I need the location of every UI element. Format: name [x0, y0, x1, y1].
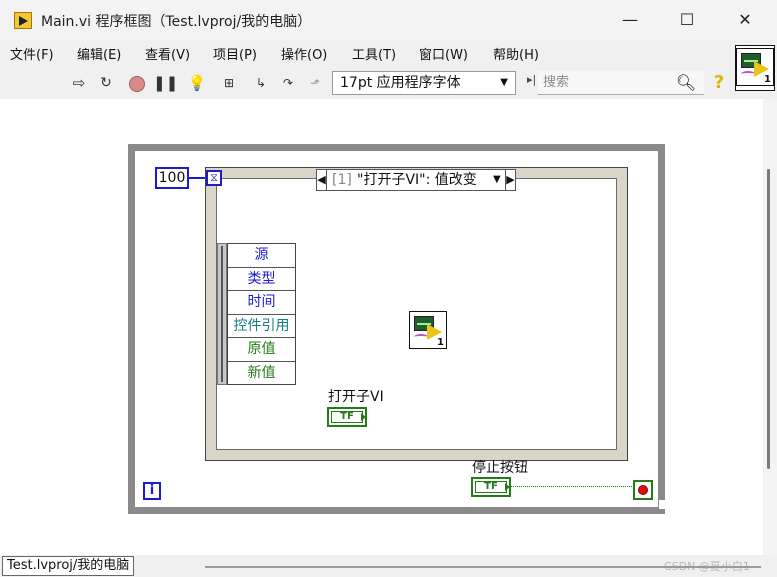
event-data-row[interactable]: 原值 — [228, 338, 295, 362]
vi-icon-number: 1 — [764, 74, 771, 85]
window-title: Main.vi 程序框图（Test.lvproj/我的电脑） — [41, 14, 312, 30]
decrement-case-icon[interactable]: ◀ — [317, 170, 327, 190]
open-subvi-terminal[interactable]: TF — [327, 407, 367, 427]
increment-case-icon[interactable]: ▶ — [505, 170, 515, 190]
chevron-down-icon[interactable]: ▼ — [493, 170, 501, 190]
stop-button-label[interactable]: 停止按钮 — [472, 457, 528, 477]
abort-icon[interactable] — [126, 72, 148, 94]
node-resize-handle[interactable] — [217, 243, 227, 385]
step-into-icon[interactable]: ↳ — [250, 72, 272, 94]
timeout-constant[interactable]: 100 — [155, 167, 189, 189]
retain-wire-values-icon[interactable]: ⊞ — [218, 72, 240, 94]
while-loop-notch — [659, 500, 667, 509]
close-button[interactable]: ✕ — [722, 4, 768, 36]
event-case-selector[interactable]: ◀ [1] "打开子VI": 值改变 ▼ ▶ — [316, 169, 516, 191]
vertical-scrollbar[interactable] — [763, 99, 777, 555]
menu-file[interactable]: 文件(F) — [10, 44, 54, 63]
menu-edit[interactable]: 编辑(E) — [77, 44, 121, 63]
subvi-node[interactable]: 1 — [409, 311, 449, 351]
title-bar: Main.vi 程序框图（Test.lvproj/我的电脑） — ☐ ✕ — [0, 0, 777, 40]
menu-bar: 文件(F) 编辑(E) 查看(V) 项目(P) 操作(O) 工具(T) 窗口(W… — [0, 40, 730, 66]
timeout-wire[interactable] — [189, 177, 206, 179]
search-expand-icon[interactable]: ▸| — [527, 73, 536, 86]
event-data-row[interactable]: 控件引用 — [228, 315, 295, 339]
menu-view[interactable]: 查看(V) — [145, 44, 190, 63]
labview-logo-icon — [14, 12, 32, 29]
step-over-icon[interactable]: ↷ — [277, 72, 299, 94]
step-out-icon[interactable]: ⬏ — [304, 72, 326, 94]
vi-icon[interactable]: 1 — [735, 45, 775, 91]
event-data-row[interactable]: 源 — [228, 244, 295, 268]
stop-button-terminal-text: TF — [475, 481, 507, 493]
open-subvi-label[interactable]: 打开子VI — [328, 386, 384, 406]
event-data-row[interactable]: 新值 — [228, 362, 295, 386]
hourglass-icon[interactable]: ⧖ — [206, 170, 222, 186]
project-path[interactable]: Test.lvproj/我的电脑 — [2, 556, 135, 576]
event-data-row[interactable]: 类型 — [228, 268, 295, 292]
open-subvi-terminal-text: TF — [331, 411, 363, 423]
stop-wire[interactable] — [510, 486, 634, 487]
context-help-icon[interactable]: ? — [707, 71, 731, 95]
loop-condition-terminal[interactable] — [633, 480, 653, 500]
subvi-icon-number: 1 — [437, 337, 444, 348]
font-select-value: 17pt 应用程序字体 — [340, 75, 461, 91]
event-data-row[interactable]: 时间 — [228, 291, 295, 315]
menu-window[interactable]: 窗口(W) — [419, 44, 468, 63]
maximize-button[interactable]: ☐ — [664, 4, 710, 36]
event-data-node[interactable]: 源 类型 时间 控件引用 原值 新值 — [217, 243, 296, 385]
horizontal-scrollbar[interactable] — [205, 566, 761, 568]
menu-help[interactable]: 帮助(H) — [493, 44, 539, 63]
chevron-down-icon: ▼ — [500, 77, 508, 88]
iteration-terminal[interactable]: i — [143, 482, 161, 500]
run-arrow-icon[interactable]: ⇨ — [68, 72, 90, 94]
stop-button-terminal[interactable]: TF — [471, 477, 511, 497]
run-continuously-icon[interactable]: ↻ — [95, 72, 117, 94]
search-icon[interactable]: 🔍︎ — [674, 72, 698, 94]
menu-operate[interactable]: 操作(O) — [281, 44, 327, 63]
font-select[interactable]: 17pt 应用程序字体 ▼ — [332, 71, 516, 95]
event-case-index: [1] — [332, 172, 352, 188]
menu-project[interactable]: 项目(P) — [213, 44, 257, 63]
menu-tools[interactable]: 工具(T) — [352, 44, 396, 63]
event-case-label: "打开子VI": 值改变 — [357, 172, 477, 188]
minimize-button[interactable]: — — [607, 4, 653, 36]
toolbar: ⇨ ↻ ❚❚ 💡 ⊞ ↳ ↷ ⬏ 17pt 应用程序字体 ▼ ▸| 🔍︎ ? — [0, 68, 732, 98]
pause-icon[interactable]: ❚❚ — [153, 72, 178, 94]
highlight-execution-icon[interactable]: 💡 — [186, 72, 208, 94]
